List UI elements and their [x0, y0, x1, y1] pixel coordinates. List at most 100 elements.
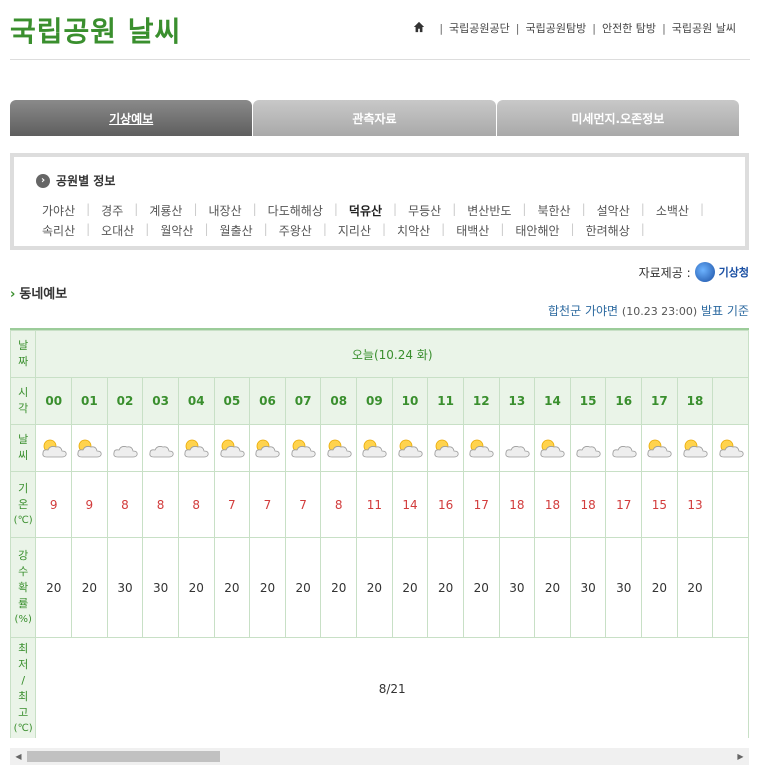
park-link[interactable]: 무등산	[408, 202, 441, 219]
park-link[interactable]: 주왕산	[279, 222, 312, 239]
temp-cell: 17	[605, 471, 643, 538]
scroll-right-icon[interactable]: ▶	[732, 748, 749, 765]
temp-cell: 11	[356, 471, 393, 538]
arrow-right-icon: ›	[10, 287, 16, 302]
park-link[interactable]: 다도해해상	[268, 202, 323, 219]
park-link[interactable]: 치악산	[397, 222, 430, 239]
rain-prob-cell: 20	[249, 537, 286, 638]
row-label-text: 최 저 / 최 고 (℃)	[13, 641, 33, 734]
park-link[interactable]: 내장산	[208, 202, 241, 219]
rain-prob-cell: 30	[498, 537, 536, 638]
top-navigation: | 국립공원공단 | 국립공원탐방 | 안전한 탐방 | 국립공원 날씨	[413, 20, 736, 36]
park-link[interactable]: 소백산	[656, 202, 689, 219]
weather-cell	[676, 424, 714, 472]
row-label-hour: 시각	[10, 377, 37, 425]
park-separator: |	[134, 202, 139, 216]
weather-cell	[284, 424, 322, 472]
temp-cell: 7	[213, 471, 251, 538]
chevron-right-icon: ›	[36, 173, 50, 188]
rain-prob-cell: 30	[142, 537, 179, 638]
hour-cell: 13	[498, 377, 536, 425]
weather-cell	[356, 424, 393, 472]
forecast-table: 날짜 오늘(10.24 화) 시각 00 01 02 03 04 05 06 07 08 09 10…	[10, 330, 749, 738]
cloud-icon	[612, 446, 637, 458]
temp-cell: 9	[71, 471, 108, 538]
next-hour-cell	[712, 471, 749, 538]
park-link[interactable]: 북한산	[537, 202, 570, 219]
park-link[interactable]: 태안해안	[515, 222, 559, 239]
park-link[interactable]: 변산반도	[467, 202, 511, 219]
park-link[interactable]: 경주	[101, 202, 123, 219]
weather-cell	[605, 424, 643, 472]
row-label-temp: 기 온 (℃)	[10, 471, 37, 538]
nav-link-safety[interactable]: 안전한 탐방	[602, 20, 656, 36]
temp-cell: 7	[249, 471, 286, 538]
issue-suffix: 발표 기준	[701, 304, 749, 318]
park-link[interactable]: 월악산	[160, 222, 193, 239]
park-separator: |	[441, 222, 446, 236]
park-link[interactable]: 지리산	[338, 222, 371, 239]
row-label-weather: 날씨	[10, 424, 37, 472]
park-separator: |	[699, 202, 704, 216]
row-label-rain: 강 수 확 률 (%)	[10, 537, 37, 638]
temp-cell: 7	[284, 471, 322, 538]
section-title: › 동네예보	[10, 283, 67, 302]
tab-observation[interactable]: 관측자료	[253, 100, 496, 136]
horizontal-scrollbar[interactable]: ◀ ▶	[10, 748, 749, 765]
row-label-text: 날짜	[18, 339, 29, 368]
nav-separator: |	[515, 21, 520, 35]
park-link[interactable]: 오대산	[101, 222, 134, 239]
main-tabs: 기상예보 관측자료 미세먼지.오존정보	[10, 100, 740, 136]
rain-prob-cell: 20	[391, 537, 429, 638]
partly-cloudy-icon	[398, 439, 423, 458]
park-separator: |	[581, 202, 586, 216]
nav-separator: |	[662, 21, 666, 35]
nav-separator: |	[439, 21, 444, 35]
nav-link-visit[interactable]: 국립공원탐방	[526, 20, 587, 36]
park-separator: |	[452, 202, 457, 216]
hour-cell: 10	[391, 377, 429, 425]
home-icon[interactable]	[413, 21, 427, 35]
partly-cloudy-icon	[255, 439, 281, 458]
park-link[interactable]: 속리산	[42, 222, 75, 239]
hour-cell: 02	[106, 377, 144, 425]
park-link[interactable]: 월출산	[220, 222, 253, 239]
partly-cloudy-icon	[647, 439, 672, 458]
rain-prob-cell: 30	[569, 537, 607, 638]
rain-prob-cell: 20	[35, 537, 73, 638]
nav-link-weather[interactable]: 국립공원 날씨	[672, 20, 736, 36]
park-separator: |	[86, 202, 91, 216]
rain-prob-cell: 20	[177, 537, 215, 638]
park-separator: |	[263, 222, 268, 236]
weather-cell	[71, 424, 108, 472]
park-separator: |	[640, 222, 645, 236]
partly-cloudy-icon	[42, 439, 67, 458]
nav-separator: |	[592, 21, 596, 35]
rain-prob-cell: 20	[71, 537, 108, 638]
hour-cell: 16	[605, 377, 643, 425]
temp-cell: 18	[498, 471, 536, 538]
tab-air-quality[interactable]: 미세먼지.오존정보	[496, 100, 739, 136]
park-link[interactable]: 한려해상	[586, 222, 630, 239]
next-hour-cell	[712, 377, 749, 425]
park-separator: |	[500, 222, 505, 236]
scroll-left-icon[interactable]: ◀	[10, 748, 27, 765]
tab-forecast[interactable]: 기상예보	[10, 100, 253, 136]
nav-link-knps[interactable]: 국립공원공단	[449, 20, 510, 36]
cloud-icon	[576, 446, 601, 458]
kma-logo-icon	[694, 262, 715, 282]
forecast-table-container[interactable]: 날짜 오늘(10.24 화) 시각 00 01 02 03 04 05 06 07 08 09 10…	[10, 328, 749, 738]
next-hour-cell	[712, 537, 749, 638]
scrollbar-thumb[interactable]	[27, 751, 220, 762]
park-link[interactable]: 태백산	[456, 222, 489, 239]
park-link[interactable]: 계룡산	[149, 202, 182, 219]
cloud-icon	[505, 446, 530, 458]
kma-logo-text: 기상청	[718, 266, 749, 279]
hour-cell: 00	[35, 377, 73, 425]
park-link[interactable]: 가야산	[42, 202, 75, 219]
park-link[interactable]: 덕유산	[349, 202, 382, 219]
row-label-minmax: 최 저 / 최 고 (℃)	[10, 637, 37, 738]
hour-cell: 01	[71, 377, 108, 425]
park-separator: |	[522, 202, 527, 216]
park-link[interactable]: 설악산	[597, 202, 630, 219]
